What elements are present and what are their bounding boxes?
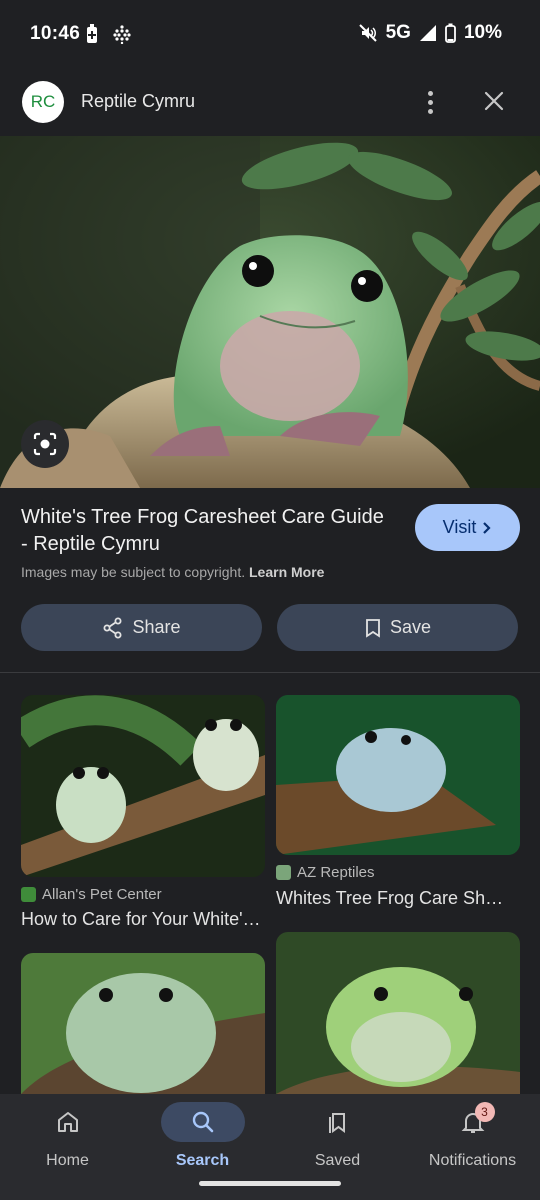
more-options-icon[interactable] (418, 88, 442, 116)
nav-search-label: Search (175, 1152, 230, 1169)
related-thumbnail[interactable] (276, 695, 520, 855)
battery-saver-icon (87, 24, 97, 43)
related-source: Allan's Pet Center (42, 886, 162, 903)
share-button[interactable]: Share (21, 604, 262, 651)
site-name: Reptile Cymru (81, 91, 196, 111)
dots-grid-icon (113, 25, 131, 44)
save-label: Save (389, 617, 432, 637)
learn-more-link[interactable]: Learn More (249, 564, 324, 580)
nav-notifications-label: Notifications (428, 1152, 517, 1169)
nav-home-label: Home (46, 1152, 89, 1169)
save-button[interactable]: Save (277, 604, 518, 651)
related-thumbnail[interactable] (21, 695, 265, 877)
share-icon (103, 617, 122, 638)
header: RC Reptile Cymru (0, 68, 540, 136)
main-image[interactable] (0, 136, 540, 488)
copyright-notice: Images may be subject to copyright. Lear… (21, 564, 324, 580)
divider (0, 672, 540, 673)
related-caption[interactable]: Whites Tree Frog Care Sheet (276, 888, 508, 909)
mute-icon (358, 24, 377, 42)
nav-home[interactable]: Home (0, 1094, 135, 1200)
related-thumbnail[interactable] (21, 953, 265, 1094)
status-time: 10:46 (30, 23, 81, 44)
copyright-text: Images may be subject to copyright. (21, 564, 246, 580)
lens-icon (33, 432, 57, 456)
status-bar: 10:46 5G 10% (0, 0, 540, 68)
lens-button[interactable] (21, 420, 69, 468)
battery-icon (445, 23, 456, 43)
network-label: 5G (385, 22, 411, 43)
notification-badge: 3 (474, 1102, 495, 1122)
battery-level: 10% (463, 22, 502, 43)
site-avatar: RC (22, 81, 64, 123)
search-icon (192, 1111, 213, 1133)
result-title[interactable]: White's Tree Frog Caresheet Care Guide -… (21, 504, 391, 558)
visit-label: Visit (442, 517, 477, 537)
related-source: AZ Reptiles (297, 864, 375, 881)
home-indicator[interactable] (199, 1181, 341, 1186)
home-icon (57, 1112, 78, 1132)
close-icon[interactable] (480, 87, 508, 115)
bookmark-icon (366, 618, 380, 638)
saved-icon (328, 1113, 345, 1133)
related-caption[interactable]: How to Care for Your White's Tree Frog (21, 909, 265, 930)
site-favicon-icon (21, 887, 36, 902)
nav-saved-label: Saved (314, 1152, 361, 1169)
nav-notifications[interactable]: 3 Notifications (405, 1094, 540, 1200)
signal-icon (419, 25, 436, 41)
visit-button[interactable]: Visit (415, 504, 520, 551)
chevron-right-icon (483, 521, 491, 534)
site-favicon-icon (276, 865, 291, 880)
share-label: Share (132, 617, 181, 637)
related-thumbnail[interactable] (276, 932, 520, 1094)
